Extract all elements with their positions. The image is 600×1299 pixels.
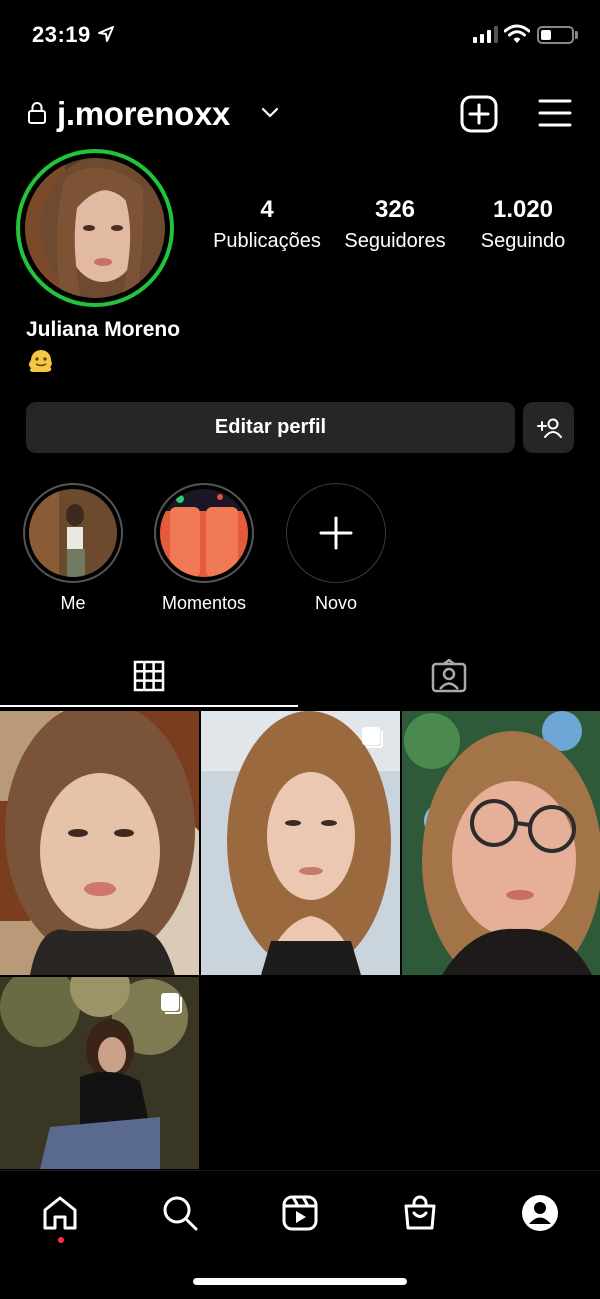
tab-tagged[interactable] bbox=[300, 645, 598, 707]
notification-dot bbox=[58, 1237, 64, 1243]
stat-following[interactable]: 1.020 Seguindo bbox=[463, 196, 583, 253]
nav-search[interactable] bbox=[158, 1191, 202, 1235]
highlight-me[interactable]: Me bbox=[22, 483, 124, 614]
highlight-me-label: Me bbox=[60, 593, 86, 613]
reels-icon bbox=[282, 1195, 318, 1231]
battery-icon bbox=[537, 26, 574, 44]
shop-icon bbox=[404, 1195, 436, 1230]
stat-followers-label: Seguidores bbox=[344, 230, 446, 252]
search-icon bbox=[163, 1196, 198, 1231]
full-name: Juliana Moreno bbox=[26, 318, 181, 341]
plus-icon bbox=[319, 516, 353, 550]
nav-home[interactable] bbox=[38, 1191, 82, 1235]
stat-following-label: Seguindo bbox=[480, 230, 566, 252]
stat-posts-value: 4 bbox=[260, 196, 274, 223]
home-indicator bbox=[193, 1278, 407, 1285]
post-thumbnail[interactable] bbox=[402, 711, 600, 975]
stat-followers[interactable]: 326 Seguidores bbox=[333, 196, 457, 253]
new-post-icon[interactable] bbox=[460, 95, 498, 133]
tab-posts-grid[interactable] bbox=[0, 645, 298, 707]
profile-icon bbox=[522, 1195, 558, 1231]
stat-following-value: 1.020 bbox=[492, 196, 554, 223]
wifi-icon bbox=[504, 24, 530, 43]
stat-followers-value: 326 bbox=[374, 196, 416, 223]
stat-posts-label: Publicações bbox=[213, 230, 321, 252]
status-time: 23:19 bbox=[32, 22, 91, 47]
highlight-new-label: Novo bbox=[314, 593, 358, 613]
grid-icon bbox=[133, 660, 165, 692]
username[interactable]: j.morenoxx bbox=[57, 95, 230, 133]
post-thumbnail[interactable] bbox=[0, 711, 199, 975]
lock-icon bbox=[28, 102, 46, 124]
discover-people-button[interactable] bbox=[523, 402, 574, 453]
edit-profile-button[interactable]: Editar perfil bbox=[26, 402, 515, 453]
highlight-me-photo bbox=[29, 489, 117, 577]
post-thumbnail[interactable] bbox=[201, 711, 400, 975]
add-person-icon bbox=[536, 418, 562, 438]
post-thumbnail[interactable] bbox=[0, 977, 199, 1169]
highlight-momentos-photo bbox=[160, 489, 248, 577]
location-arrow-icon bbox=[98, 26, 114, 42]
highlight-new[interactable]: Novo bbox=[285, 483, 387, 614]
tagged-icon bbox=[431, 659, 467, 693]
profile-header: j.morenoxx bbox=[0, 90, 600, 140]
highlight-momentos-label: Momentos bbox=[161, 593, 247, 613]
status-bar: 23:19 bbox=[0, 0, 600, 70]
nav-reels[interactable] bbox=[278, 1191, 322, 1235]
nav-shop[interactable] bbox=[398, 1191, 442, 1235]
chevron-down-icon[interactable] bbox=[261, 107, 279, 119]
signal-icon bbox=[473, 26, 498, 43]
menu-icon[interactable] bbox=[538, 98, 572, 128]
multiple-photos-icon bbox=[362, 727, 383, 748]
multiple-photos-icon bbox=[161, 993, 182, 1014]
bottom-nav bbox=[0, 1170, 600, 1299]
avatar-photo bbox=[25, 158, 165, 298]
home-icon bbox=[43, 1196, 77, 1230]
stat-posts[interactable]: 4 Publicações bbox=[205, 196, 329, 253]
nav-profile[interactable] bbox=[518, 1191, 562, 1235]
tab-active-indicator bbox=[0, 705, 298, 707]
melting-face-emoji-icon bbox=[29, 350, 52, 372]
highlight-momentos[interactable]: Momentos bbox=[153, 483, 255, 614]
profile-avatar[interactable] bbox=[16, 149, 174, 307]
